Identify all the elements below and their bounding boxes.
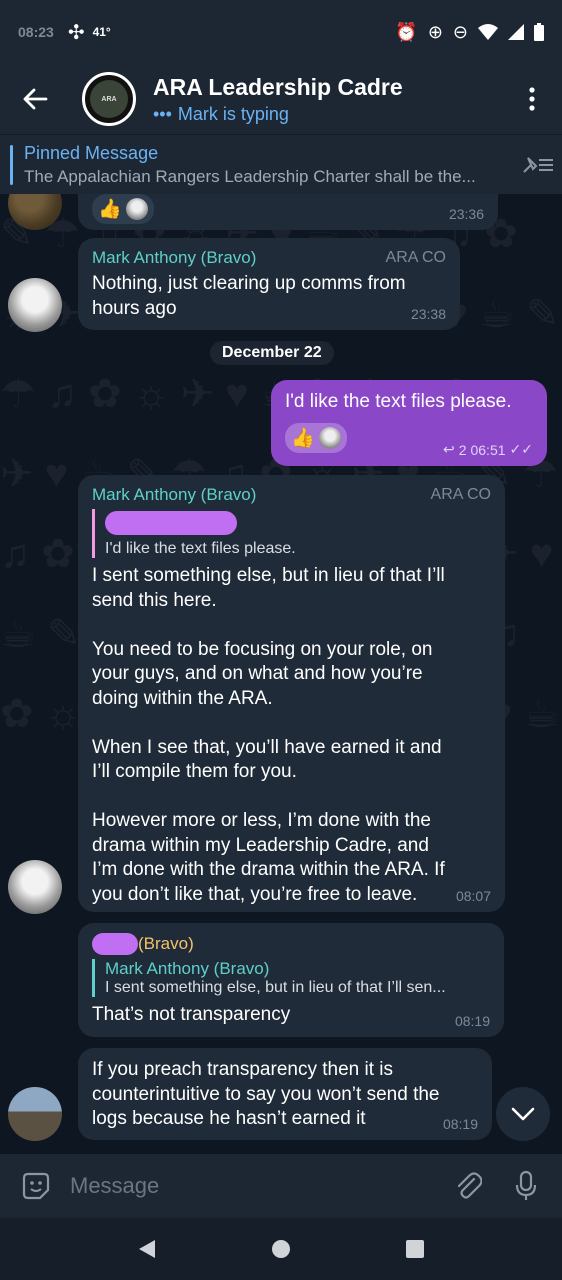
message-bubble[interactable]: If you preach transparency then it is co… [78,1048,492,1140]
message-text: I sent something else, but in lieu of th… [92,565,445,905]
message-time: 08:19 [454,1013,490,1029]
reply-count: 2 [458,441,467,458]
reaction-pill[interactable]: 👍 [92,194,154,224]
sticker-icon [22,1172,50,1200]
quoted-sender: Mark Anthony (Bravo) [105,959,270,978]
scroll-to-bottom-button[interactable] [496,1087,550,1141]
message-bubble[interactable]: Mark Anthony (Bravo) ARA CO I'd like the… [78,475,505,912]
signal-icon [508,24,524,40]
group-logo: ARA [90,80,128,118]
status-bar: 08:23 ✣ 41° ⏰ ⊕ ⊖ [0,0,562,64]
temperature: 41° [92,25,111,39]
typing-dots-icon: ••• [153,103,172,124]
battery-icon [534,23,544,41]
date-divider: December 22 [210,341,334,365]
back-button[interactable] [0,64,70,134]
chat-header: ARA ARA Leadership Cadre ••• Mark is typ… [0,64,562,134]
avatar[interactable] [8,860,62,914]
message-bubble[interactable]: (Bravo) Mark Anthony (Bravo) I sent some… [78,923,504,1037]
microphone-icon [515,1170,537,1200]
pinned-indicator [10,144,13,185]
group-avatar[interactable]: ARA [82,72,136,126]
sticker-button[interactable] [16,1170,56,1202]
wifi-icon [478,24,498,40]
sender-role: ARA CO [385,249,446,266]
arrow-left-icon [23,88,48,110]
thumbs-up-icon: 👍 [291,427,315,449]
more-vertical-icon [529,87,535,111]
message-time: 08:07 [455,888,491,904]
reactions: 👍 [92,194,484,224]
quoted-reply[interactable]: Mark Anthony (Bravo) I sent something el… [92,959,490,997]
message-text: Nothing, just clearing up comms from hou… [92,273,406,319]
fan-icon: ✣ [67,21,85,44]
reactor-avatar [125,198,148,220]
message-meta: ↩ 2 06:51 ✓✓ [443,441,533,458]
do-not-disturb-icon: ⊖ [452,21,468,42]
message-list[interactable]: ✎ ☂ ♫ ✿ ☼ ✈ ♥ ☕ ✎ ☂ ♫ ✿ ☼ ✈ ♥ ☕ ✎ ☂ ♫ ✿ … [0,194,562,1154]
alarm-icon: ⏰ [395,21,418,42]
typing-text: Mark is typing [177,103,289,124]
pin-list-icon [523,156,553,173]
message-bubble-outgoing[interactable]: I'd like the text files please. 👍 ↩ 2 06… [271,380,547,466]
message-text: I'd like the text files please. [285,391,512,412]
pinned-text: The Appalachian Rangers Leadership Chart… [24,166,476,186]
pinned-content: Pinned Message The Appalachian Rangers L… [24,143,514,187]
typing-status: ••• Mark is typing [153,104,403,125]
message-input[interactable]: Message [70,1173,448,1199]
message-time: 06:51 [470,441,506,458]
reaction-pill[interactable]: 👍 [285,422,347,453]
message-time: 08:19 [442,1116,478,1132]
system-navigation-bar [0,1218,562,1280]
reactor-avatar [318,426,341,449]
redacted-name [92,933,138,955]
more-menu-button[interactable] [502,87,562,111]
message-composer: Message [0,1154,562,1218]
double-check-icon: ✓✓ [509,441,533,457]
chat-title: ARA Leadership Cadre [153,73,403,100]
sender-name[interactable]: (Bravo) [138,934,194,954]
sender-role: ARA CO [430,486,491,503]
quoted-text: I sent something else, but in lieu of th… [105,979,446,996]
pinned-label: Pinned Message [24,142,159,163]
recents-square-icon[interactable] [405,1239,425,1259]
chat-title-block[interactable]: ARA Leadership Cadre ••• Mark is typing [153,74,403,125]
pinned-list-button[interactable] [514,154,562,176]
message-bubble[interactable]: Mark Anthony (Bravo) ARA CO Nothing, jus… [78,238,460,330]
attach-button[interactable] [448,1171,488,1201]
thumbs-up-icon: 👍 [98,199,122,220]
back-triangle-icon[interactable] [137,1238,157,1260]
voice-record-button[interactable] [506,1170,546,1202]
avatar[interactable] [8,278,62,332]
reply-arrow-icon: ↩ [442,441,455,457]
sender-row: (Bravo) [92,933,490,955]
message-time: 23:36 [448,206,484,222]
quoted-reply[interactable]: I'd like the text files please. [92,509,491,558]
clock: 08:23 [18,24,54,40]
home-circle-icon[interactable] [271,1239,291,1259]
chevron-down-icon [511,1107,535,1121]
message-bubble[interactable]: 👍 23:36 [78,194,498,230]
message-time: 23:38 [410,306,446,322]
paperclip-icon [457,1172,482,1199]
data-saver-icon: ⊕ [427,21,443,42]
message-text: If you preach transparency then it is co… [92,1059,440,1129]
avatar[interactable] [8,1087,62,1141]
pinned-message-bar[interactable]: Pinned Message The Appalachian Rangers L… [0,134,562,194]
message-text: That’s not transparency [92,1004,291,1025]
quoted-text: I'd like the text files please. [105,540,296,557]
redacted-name [105,511,237,535]
